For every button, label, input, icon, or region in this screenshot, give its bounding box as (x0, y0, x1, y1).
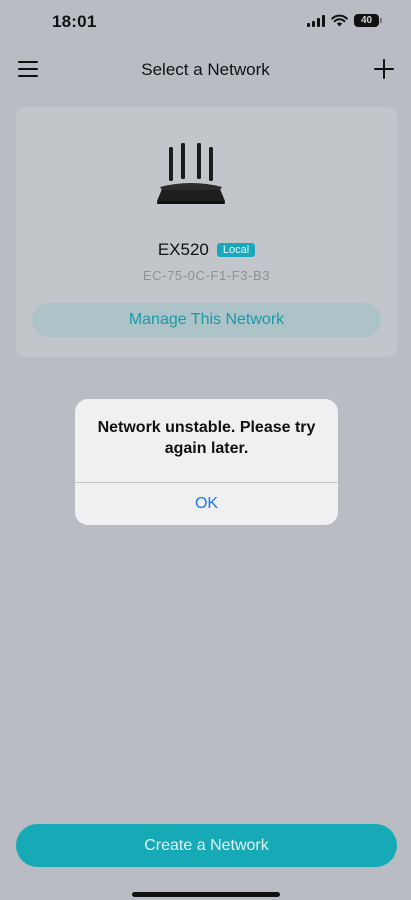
wifi-icon (331, 14, 348, 27)
manage-network-button[interactable]: Manage This Network (32, 303, 381, 337)
alert-ok-button[interactable]: OK (75, 483, 338, 525)
battery-icon: 40 (354, 14, 382, 27)
device-mac-address: EC-75-0C-F1-F3-B3 (142, 268, 271, 283)
status-bar: 18:01 40 (0, 0, 411, 46)
device-name: EX520 (157, 240, 209, 259)
add-icon[interactable] (373, 58, 395, 80)
home-indicator[interactable] (132, 892, 280, 897)
status-icons: 40 (307, 14, 382, 27)
nav-bar: Select a Network (0, 52, 411, 88)
network-card[interactable]: EX520 Local EC-75-0C-F1-F3-B3 Manage Thi… (16, 107, 397, 357)
alert-message: Network unstable. Please try again later… (97, 419, 316, 457)
signal-icon (307, 14, 325, 27)
page-title: Select a Network (141, 60, 270, 79)
status-time: 18:01 (52, 12, 97, 31)
local-badge: Local (216, 243, 256, 257)
create-network-button[interactable]: Create a Network (16, 824, 397, 867)
alert-dialog: Network unstable. Please try again later… (75, 399, 338, 525)
device-name-row: EX520 Local (16, 240, 397, 260)
router-image (157, 143, 225, 204)
